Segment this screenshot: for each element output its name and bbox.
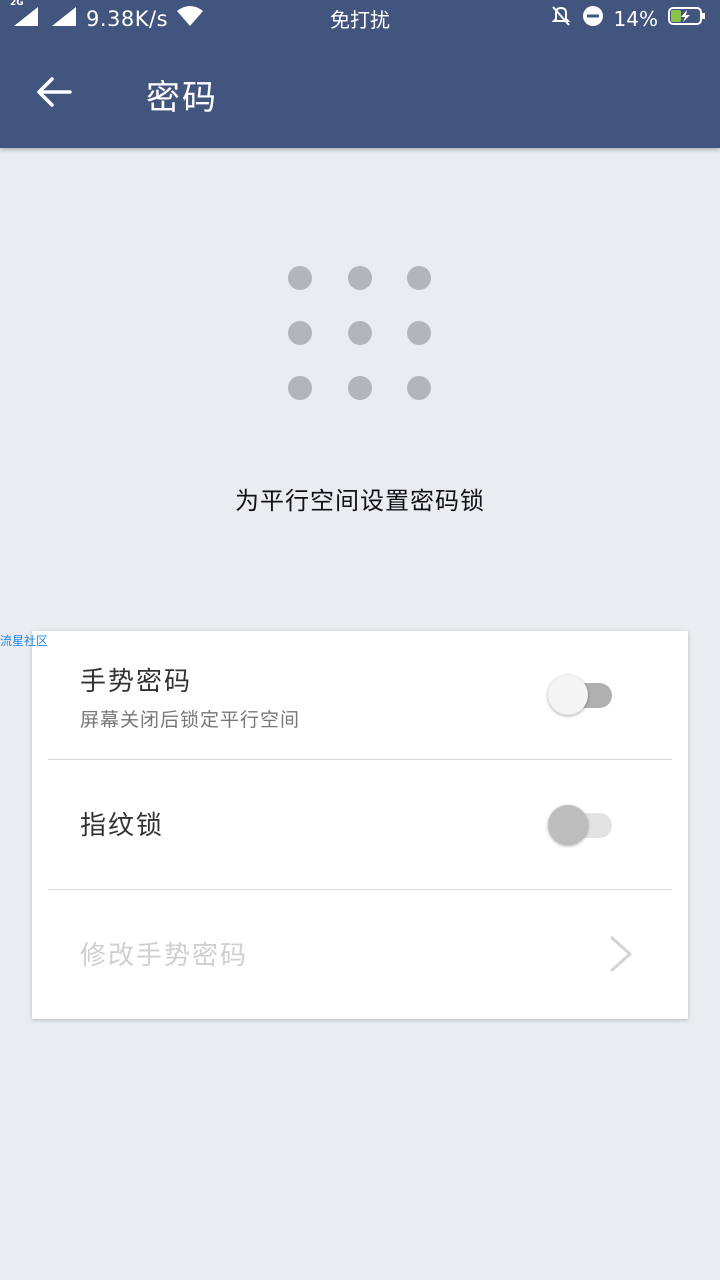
pattern-dot	[407, 376, 431, 400]
chevron-right-icon	[606, 934, 636, 974]
fingerprint-lock-toggle[interactable]	[548, 805, 616, 845]
watermark-text: 流星社区	[0, 634, 49, 648]
gesture-password-title: 手势密码	[80, 667, 193, 697]
fingerprint-lock-title: 指纹锁	[80, 811, 165, 841]
app-bar: 密码	[0, 36, 720, 148]
toggle-thumb	[548, 675, 588, 715]
pattern-dot	[288, 376, 312, 400]
fingerprint-lock-row[interactable]: 指纹锁	[32, 760, 688, 889]
dnd-icon	[582, 5, 604, 32]
pattern-dot	[348, 376, 372, 400]
toggle-thumb	[548, 805, 588, 845]
pattern-dot	[288, 321, 312, 345]
pattern-hint-text: 为平行空间设置密码锁	[235, 487, 485, 515]
battery-percent: 14%	[613, 6, 658, 31]
back-button[interactable]	[26, 66, 82, 122]
pattern-dot	[348, 321, 372, 345]
status-bar: 2G 9.38K/s 免打扰 14%	[0, 0, 720, 36]
gesture-password-row[interactable]: 手势密码 屏幕关闭后锁定平行空间	[32, 631, 688, 760]
change-gesture-password-title: 修改手势密码	[80, 941, 249, 971]
header: 2G 9.38K/s 免打扰 14% 密码	[0, 0, 720, 148]
battery-charging-icon	[668, 6, 706, 31]
settings-card: 手势密码 屏幕关闭后锁定平行空间 指纹锁 修改手势密码	[32, 631, 688, 1019]
pattern-dot	[407, 321, 431, 345]
arrow-left-icon	[36, 76, 72, 112]
pattern-grid-icon	[280, 258, 440, 408]
change-gesture-password-row[interactable]: 修改手势密码	[32, 890, 688, 1019]
pattern-dot	[348, 266, 372, 290]
pattern-dot	[288, 266, 312, 290]
gesture-password-subtitle: 屏幕关闭后锁定平行空间	[80, 709, 301, 731]
pattern-dot	[407, 266, 431, 290]
gesture-password-toggle[interactable]	[548, 675, 616, 715]
mute-icon	[550, 4, 572, 33]
page-title: 密码	[146, 78, 218, 118]
